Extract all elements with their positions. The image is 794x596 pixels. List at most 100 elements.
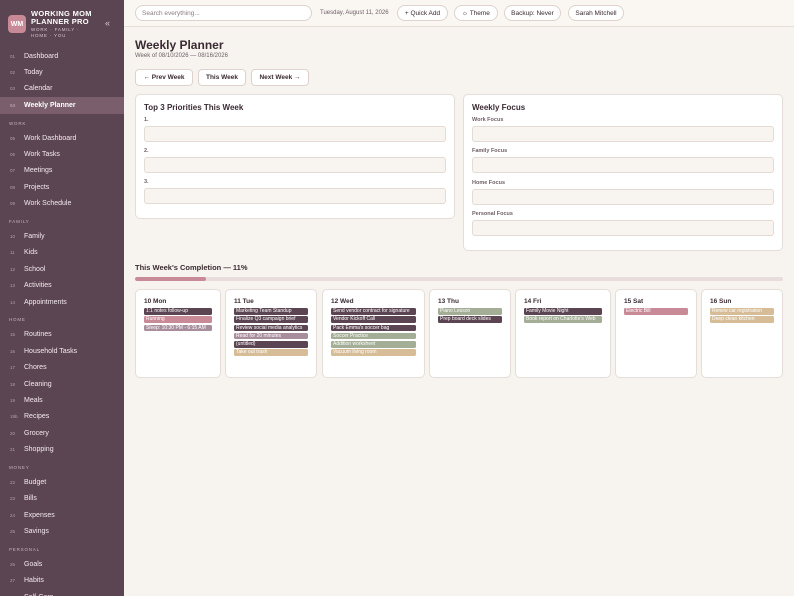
theme-button[interactable]: ☼ Theme [454,5,498,21]
sidebar-section-work: WORK [9,120,27,126]
task-chip[interactable]: Addition worksheet [331,341,416,348]
task-chip[interactable]: Deep clean kitchen [710,316,774,323]
task-chip[interactable]: Read for 20 minutes [234,332,308,340]
task-chip[interactable]: Review social media analytics [234,324,308,332]
priority-input-3[interactable] [144,188,446,204]
sidebar-item-weekly-planner[interactable]: 04 Weekly Planner [0,97,124,114]
sidebar-section-family: FAMILY [9,219,30,225]
sidebar-item-meals[interactable]: 19 Meals [0,392,124,408]
sidebar-item-label: Cleaning [24,380,52,388]
sidebar-item-bills[interactable]: 23 Bills [0,491,124,507]
sidebar-item-number: 03 [10,86,16,92]
sidebar-item-grocery[interactable]: 20 Grocery [0,425,124,441]
sidebar-item-today[interactable]: 02 Today [0,64,124,80]
priorities-card: Top 3 Priorities This Week 1. 2. 3. [135,94,455,219]
sidebar-item-goals[interactable]: 26 Goals [0,556,124,572]
sidebar-nav: 01 Dashboard 02 Today 03 Calendar 04 Weekly Pla… [0,48,124,596]
task-chip[interactable]: 1:1 notes follow-up [144,308,212,315]
sidebar-item-label: Weekly Planner [24,101,76,109]
sidebar-item-meetings[interactable]: 07 Meetings [0,163,124,179]
task-chip[interactable]: Pack Emma's soccer bag [331,324,416,332]
sidebar-item-number: 24 [10,512,16,518]
search-input[interactable] [135,5,312,21]
sidebar-section-money: MONEY [9,464,30,470]
day-column[interactable]: 16 Sun Renew car registration Deep clean k… [701,289,783,378]
sidebar-item-household-tasks[interactable]: 16 Household Tasks [0,343,124,359]
day-column[interactable]: 13 Thu Piano Lesson Prep board deck slides [429,289,511,378]
this-week-button[interactable]: This Week [198,69,246,86]
sidebar-item-label: Work Dashboard [24,134,77,142]
day-column[interactable]: 12 Wed Send vendor contract for signature… [322,289,425,378]
task-chip[interactable]: Sleep: 10:30 PM - 6:15 AM [144,324,212,332]
task-chip[interactable]: Soccer Practice [331,332,416,340]
completion-progress-bar [135,277,783,281]
task-chip[interactable]: Family Movie Night [524,308,602,315]
sidebar-item-expenses[interactable]: 24 Expenses [0,507,124,523]
task-chip[interactable]: Vacuum living room [331,349,416,356]
task-chip[interactable]: Electric Bill [624,308,688,315]
home-focus-input[interactable] [472,189,774,205]
sidebar-item-chores[interactable]: 17 Chores [0,359,124,375]
family-focus-input[interactable] [472,157,774,173]
task-chip[interactable]: Prep board deck slides [438,316,502,323]
sidebar-item-budget[interactable]: 22 Budget [0,474,124,490]
sidebar-item-recipes[interactable]: 19b Recipes [0,409,124,425]
sidebar-item-work-schedule[interactable]: 09 Work Schedule [0,196,124,212]
task-chip[interactable]: Renew car registration [710,308,774,315]
day-column[interactable]: 14 Fri Family Movie Night Book report on C… [515,289,611,378]
task-chip[interactable]: Piano Lesson [438,308,502,315]
priority-input-2[interactable] [144,157,446,173]
sidebar-item-kids[interactable]: 11 Kids [0,245,124,261]
task-chip[interactable]: Send vendor contract for signature [331,308,416,315]
sidebar-item-work-tasks[interactable]: 06 Work Tasks [0,146,124,162]
sidebar-item-number: 26 [10,561,16,567]
sidebar-item-school[interactable]: 12 School [0,261,124,277]
sidebar-item-shopping[interactable]: 21 Shopping [0,441,124,457]
sidebar-item-label: Dashboard [24,52,59,60]
sidebar-item-calendar[interactable]: 03 Calendar [0,81,124,97]
task-chip[interactable]: Take out trash [234,349,308,356]
sidebar-item-savings[interactable]: 25 Savings [0,523,124,539]
brand-title-line2: PLANNER PRO [31,17,89,26]
day-task-list: Electric Bill [624,308,688,316]
day-task-list: Family Movie Night Book report on Charlot… [524,308,602,325]
sidebar-item-label: Work Tasks [24,151,60,159]
personal-focus-input[interactable] [472,220,774,236]
work-focus-label: Work Focus [472,117,504,123]
day-header: 16 Sun [710,298,732,305]
sidebar-item-appointments[interactable]: 14 Appointments [0,294,124,310]
sidebar-item-number: 21 [10,447,16,453]
sidebar-item-label: Household Tasks [24,347,78,355]
task-chip[interactable]: Book report on Charlotte's Web [524,316,602,323]
sidebar-item-label: Shopping [24,446,54,454]
sidebar-item-projects[interactable]: 08 Projects [0,179,124,195]
sidebar-item-dashboard[interactable]: 01 Dashboard [0,48,124,64]
sidebar-item-activities[interactable]: 13 Activities [0,277,124,293]
day-column[interactable]: 15 Sat Electric Bill [615,289,697,378]
sidebar-item-family[interactable]: 10 Family [0,228,124,244]
task-chip[interactable]: Vendor Kickoff Call [331,316,416,323]
priority-input-1[interactable] [144,126,446,142]
user-menu-button[interactable]: Sarah Mitchell [568,5,624,21]
sidebar-item-routines[interactable]: 15 Routines [0,327,124,343]
day-column[interactable]: 11 Tue Marketing Team Standup Finalize Q3 … [225,289,317,378]
sidebar-item-work-dashboard[interactable]: 05 Work Dashboard [0,130,124,146]
sidebar-item-cleaning[interactable]: 18 Cleaning [0,376,124,392]
work-focus-input[interactable] [472,126,774,142]
sidebar-item-number: 22 [10,479,16,485]
app-logo: WM [8,15,26,33]
sidebar-item-self-care[interactable]: 28Self-Care [0,589,124,596]
sidebar-item-number: 23 [10,496,16,502]
quick-add-button[interactable]: + Quick Add [397,5,448,21]
next-week-button[interactable]: Next Week → [251,69,309,86]
collapse-sidebar-icon[interactable]: « [105,18,110,28]
day-column[interactable]: 10 Mon 1:1 notes follow-up Running Sleep: 1… [135,289,221,378]
task-chip[interactable]: Running [144,316,212,323]
task-chip[interactable]: Marketing Team Standup [234,308,308,315]
backup-button[interactable]: Backup: Never [504,5,561,21]
task-chip[interactable]: Finalize Q3 campaign brief [234,316,308,323]
sidebar-item-label: Grocery [24,429,49,437]
task-chip[interactable]: (untitled) [234,341,308,348]
prev-week-button[interactable]: ← Prev Week [135,69,193,86]
sidebar-item-habits[interactable]: 27 Habits [0,573,124,589]
